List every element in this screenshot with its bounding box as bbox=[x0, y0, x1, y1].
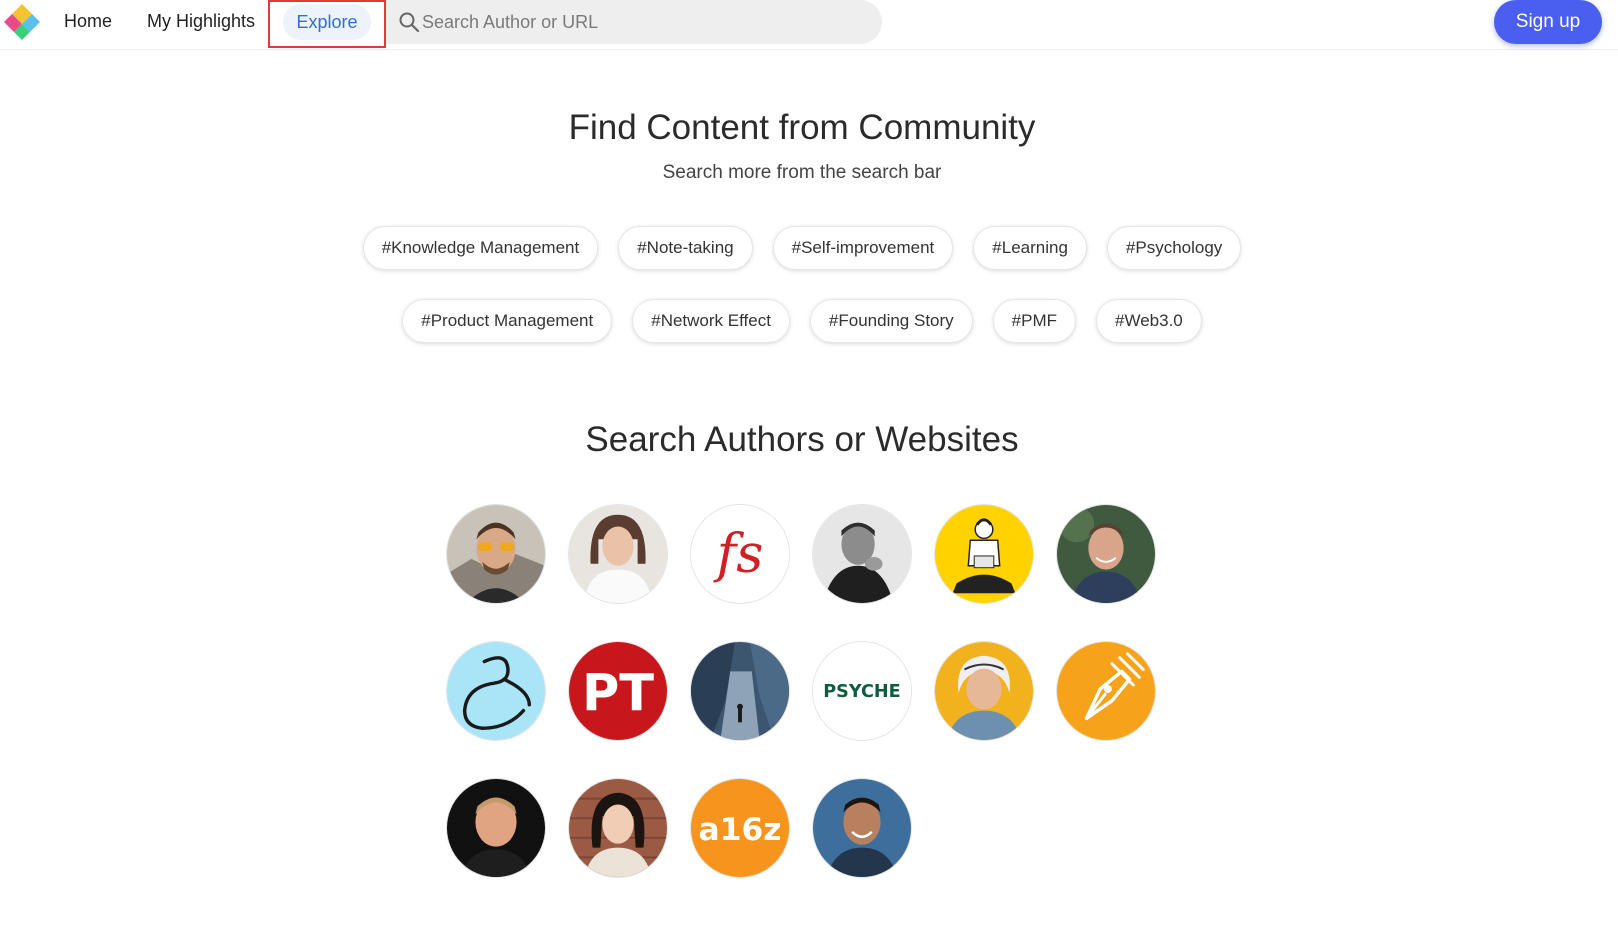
author-avatar-grid: fs PT PSYCHE a16z bbox=[446, 504, 1158, 878]
tag-web3[interactable]: #Web3.0 bbox=[1096, 299, 1202, 343]
search-bar bbox=[386, 0, 882, 44]
search-input[interactable] bbox=[422, 0, 862, 44]
author-avatar-yellow-illustration[interactable] bbox=[934, 504, 1034, 604]
tag-row-1: #Knowledge Management #Note-taking #Self… bbox=[0, 226, 1604, 270]
author-avatar-sunglasses-man[interactable] bbox=[446, 504, 546, 604]
tag-self-improvement[interactable]: #Self-improvement bbox=[772, 226, 954, 270]
tag-note-taking[interactable]: #Note-taking bbox=[618, 226, 753, 270]
fs-logo-text: fs bbox=[713, 524, 764, 585]
community-subheading: Search more from the search bar bbox=[662, 162, 942, 183]
author-avatar-script-logo[interactable] bbox=[446, 641, 546, 741]
search-icon bbox=[399, 12, 420, 33]
author-avatar-pt-logo[interactable]: PT bbox=[568, 641, 668, 741]
app-logo-icon[interactable] bbox=[2, 2, 42, 42]
author-avatar-smiling-man-blue-bg[interactable] bbox=[812, 778, 912, 878]
tag-learning[interactable]: #Learning bbox=[973, 226, 1087, 270]
author-avatar-pen-nib-logo[interactable] bbox=[1056, 641, 1156, 741]
a16z-logo-text: a16z bbox=[698, 812, 781, 848]
author-avatar-man-bw[interactable] bbox=[812, 504, 912, 604]
tag-row-2: #Product Management #Network Effect #Fou… bbox=[0, 299, 1604, 343]
community-heading: Find Content from Community bbox=[568, 108, 1036, 147]
nav-my-highlights-link[interactable]: My Highlights bbox=[147, 0, 255, 42]
tag-network-effect[interactable]: #Network Effect bbox=[632, 299, 790, 343]
tag-product-management[interactable]: #Product Management bbox=[402, 299, 613, 343]
tag-founding-story[interactable]: #Founding Story bbox=[809, 299, 973, 343]
author-avatar-fs-logo[interactable]: fs bbox=[690, 504, 790, 604]
author-avatar-woman-white-shirt[interactable] bbox=[568, 504, 668, 604]
top-navigation-bar: Home My Highlights Explore Sign up bbox=[0, 0, 1618, 50]
author-avatar-man-dark-bg[interactable] bbox=[446, 778, 546, 878]
author-avatar-smiling-man[interactable] bbox=[1056, 504, 1156, 604]
author-avatar-woman-brick-bg[interactable] bbox=[568, 778, 668, 878]
author-avatar-a16z-logo[interactable]: a16z bbox=[690, 778, 790, 878]
nav-home-link[interactable]: Home bbox=[64, 0, 112, 42]
author-avatar-cave-landscape[interactable] bbox=[690, 641, 790, 741]
author-avatar-psyche-logo[interactable]: PSYCHE bbox=[812, 641, 912, 741]
author-avatar-white-hair-woman[interactable] bbox=[934, 641, 1034, 741]
sign-up-button[interactable]: Sign up bbox=[1494, 0, 1602, 44]
nav-explore-tab[interactable]: Explore bbox=[283, 4, 371, 40]
psyche-logo-text: PSYCHE bbox=[823, 682, 900, 702]
authors-heading: Search Authors or Websites bbox=[585, 420, 1019, 459]
tag-knowledge-management[interactable]: #Knowledge Management bbox=[362, 226, 599, 270]
tag-pmf[interactable]: #PMF bbox=[992, 299, 1077, 343]
tag-psychology[interactable]: #Psychology bbox=[1106, 226, 1242, 270]
pt-logo-text: PT bbox=[582, 665, 654, 724]
